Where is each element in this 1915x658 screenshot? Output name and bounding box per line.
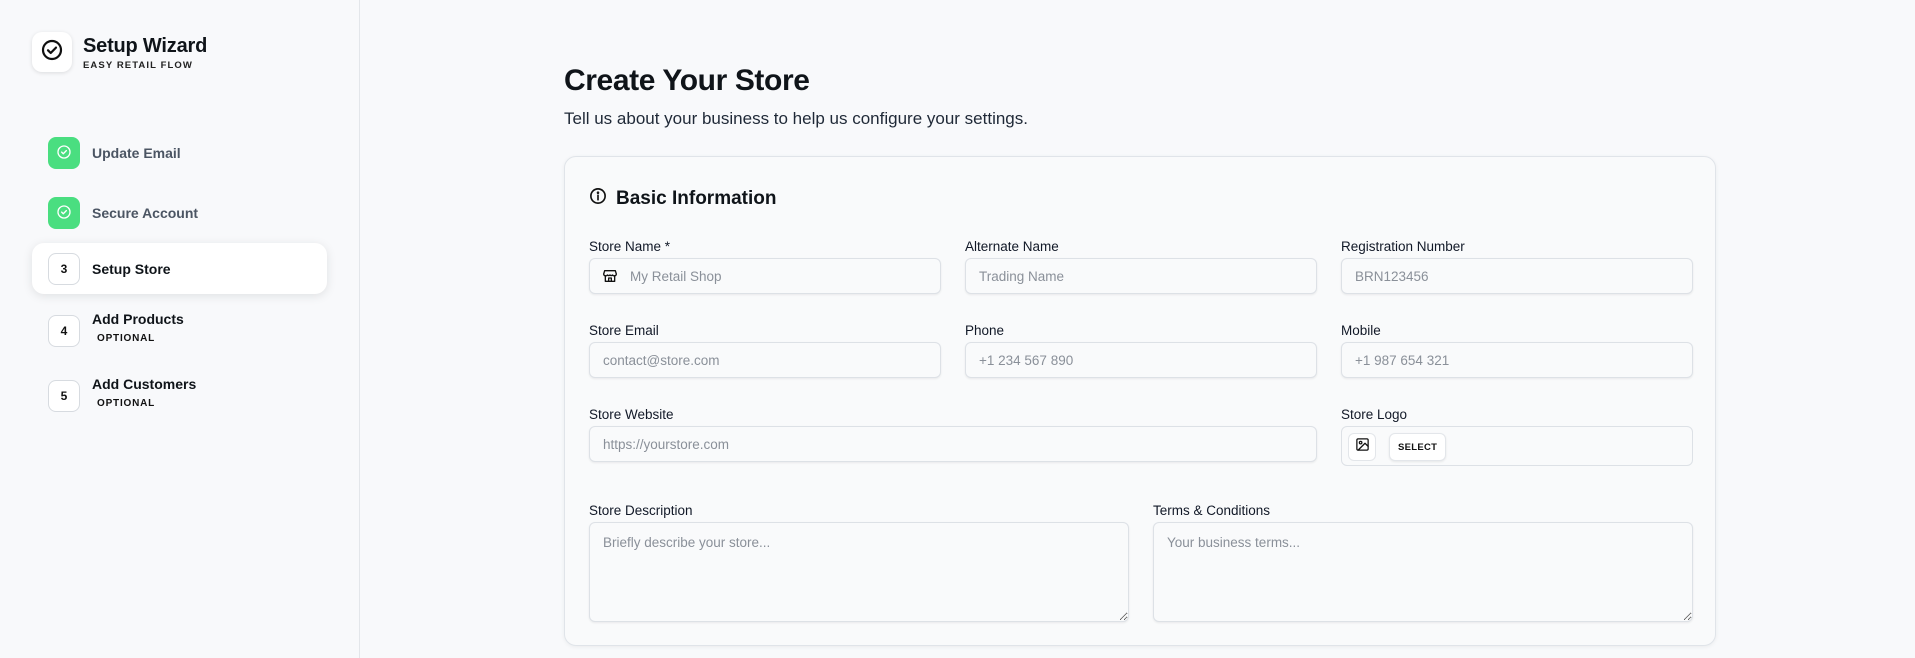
step-update-email[interactable]: Update Email bbox=[32, 128, 327, 178]
step-complete-badge bbox=[48, 137, 80, 169]
brand-title: Setup Wizard bbox=[83, 35, 208, 57]
store-website-input[interactable] bbox=[589, 426, 1317, 462]
step-add-customers[interactable]: 5 Add Customers OPTIONAL bbox=[32, 370, 327, 422]
brand: Setup Wizard EASY RETAIL FLOW bbox=[32, 32, 207, 72]
step-label: Secure Account bbox=[92, 205, 199, 221]
alternate-name-input[interactable] bbox=[965, 258, 1317, 294]
optional-tag: OPTIONAL bbox=[97, 333, 156, 344]
brand-subtitle: EASY RETAIL FLOW bbox=[83, 60, 193, 71]
step-number-badge: 5 bbox=[48, 380, 80, 412]
info-icon bbox=[589, 187, 607, 210]
step-label: Update Email bbox=[92, 145, 181, 161]
store-name-label: Store Name * bbox=[589, 239, 671, 254]
store-email-input[interactable] bbox=[589, 342, 941, 378]
step-complete-badge bbox=[48, 197, 80, 229]
step-label: Setup Store bbox=[92, 260, 171, 277]
page-title: Create Your Store bbox=[564, 64, 810, 97]
step-setup-store[interactable]: 3 Setup Store bbox=[32, 243, 327, 294]
store-website-label: Store Website bbox=[589, 407, 674, 422]
step-label: Add Products bbox=[92, 311, 184, 327]
mobile-label: Mobile bbox=[1341, 323, 1381, 338]
terms-conditions-textarea[interactable] bbox=[1153, 522, 1693, 622]
store-description-textarea[interactable] bbox=[589, 522, 1129, 622]
optional-tag: OPTIONAL bbox=[97, 398, 156, 409]
registration-number-input[interactable] bbox=[1341, 258, 1693, 294]
phone-label: Phone bbox=[965, 323, 1005, 338]
step-label: Add Customers bbox=[92, 376, 197, 392]
phone-input[interactable] bbox=[965, 342, 1317, 378]
step-number-badge: 4 bbox=[48, 315, 80, 347]
step-secure-account[interactable]: Secure Account bbox=[32, 188, 327, 238]
store-description-label: Store Description bbox=[589, 503, 693, 518]
store-icon bbox=[601, 267, 619, 285]
terms-conditions-label: Terms & Conditions bbox=[1153, 503, 1271, 518]
select-logo-button[interactable]: SELECT bbox=[1389, 433, 1447, 461]
alternate-name-label: Alternate Name bbox=[965, 239, 1059, 254]
check-circle-icon bbox=[40, 38, 64, 67]
image-icon bbox=[1355, 437, 1370, 457]
step-add-products[interactable]: 4 Add Products OPTIONAL bbox=[32, 305, 327, 357]
check-circle-icon bbox=[56, 144, 72, 163]
sidebar: Setup Wizard EASY RETAIL FLOW Update Ema… bbox=[0, 0, 360, 658]
logo-preview bbox=[1348, 433, 1376, 461]
check-circle-icon bbox=[56, 204, 72, 223]
registration-number-label: Registration Number bbox=[1341, 239, 1465, 254]
section-title: Basic Information bbox=[616, 187, 777, 209]
store-name-input[interactable] bbox=[589, 258, 941, 294]
page-subtitle: Tell us about your business to help us c… bbox=[564, 109, 1028, 128]
brand-logo bbox=[32, 32, 72, 72]
step-number-badge: 3 bbox=[48, 252, 80, 285]
basic-information-card: Basic Information Store Name * Alternate… bbox=[564, 156, 1716, 646]
store-email-label: Store Email bbox=[589, 323, 659, 338]
mobile-input[interactable] bbox=[1341, 342, 1693, 378]
store-logo-uploader: SELECT bbox=[1341, 426, 1693, 466]
store-logo-label: Store Logo bbox=[1341, 407, 1408, 422]
